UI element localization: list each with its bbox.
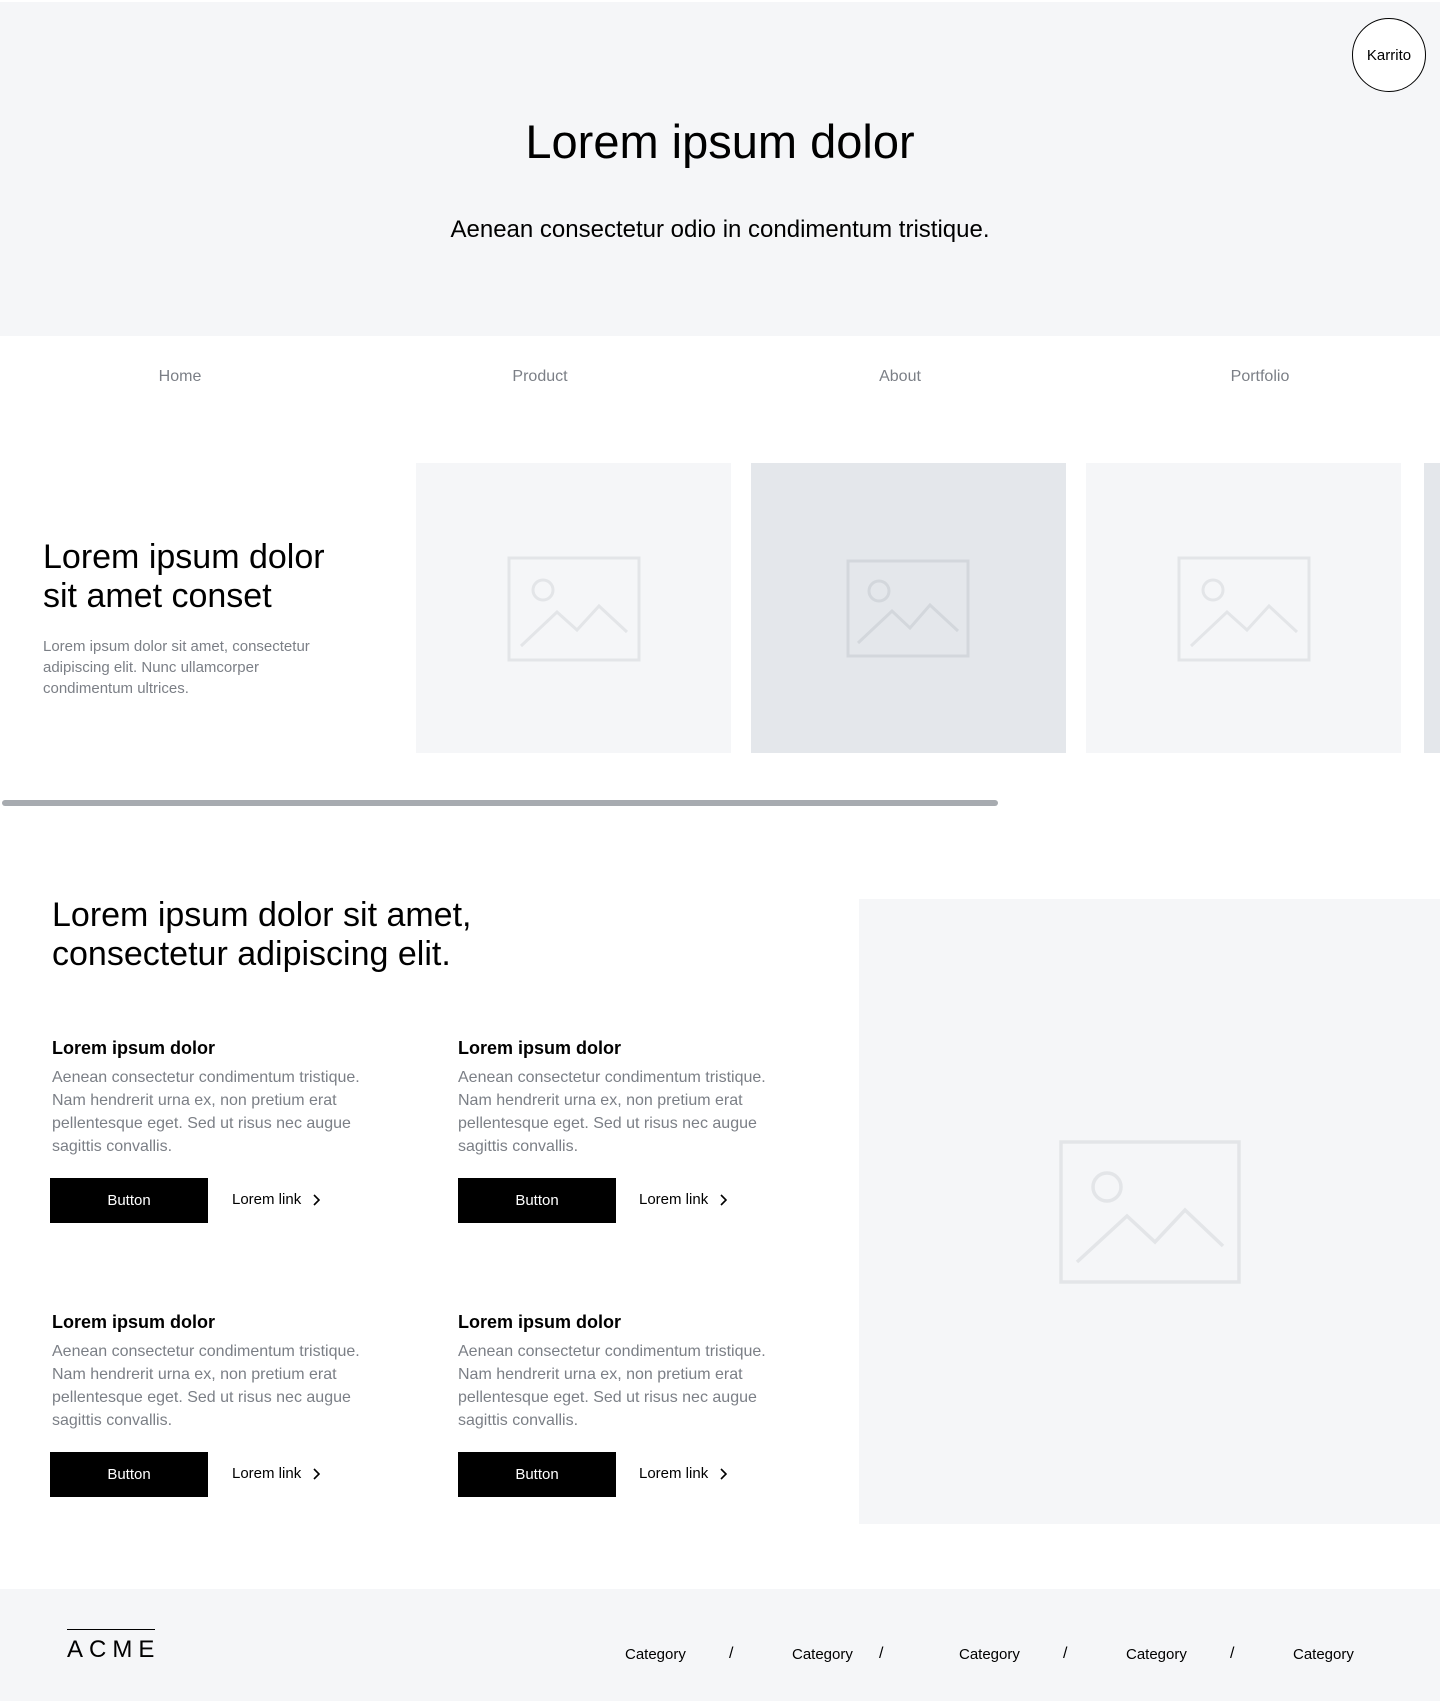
feature-link[interactable]: Lorem link bbox=[639, 1191, 728, 1208]
nav-item-portfolio[interactable]: Portfolio bbox=[1160, 368, 1360, 386]
feature-link[interactable]: Lorem link bbox=[639, 1465, 728, 1482]
carousel-description: Lorem ipsum dolor sit amet, consectetur … bbox=[43, 638, 310, 697]
feature-item: Lorem ipsum dolor Aenean consectetur con… bbox=[52, 1037, 372, 1158]
feature-button[interactable]: Button bbox=[458, 1178, 616, 1223]
image-placeholder-icon bbox=[507, 556, 641, 662]
feature-link-label: Lorem link bbox=[232, 1191, 302, 1208]
carousel-card[interactable] bbox=[1086, 463, 1401, 753]
feature-text: Aenean consectetur condimentum tristique… bbox=[52, 1343, 360, 1429]
nav-item-home[interactable]: Home bbox=[80, 368, 280, 386]
footer-category-link[interactable]: Category bbox=[792, 1646, 853, 1663]
footer-category-link[interactable]: Category bbox=[625, 1646, 686, 1663]
feature-link-label: Lorem link bbox=[639, 1465, 709, 1482]
feature-text: Aenean consectetur condimentum tristique… bbox=[458, 1343, 766, 1429]
carousel-card[interactable] bbox=[751, 463, 1066, 753]
main-nav: Home Product About Portfolio bbox=[0, 336, 1440, 416]
footer-category-link[interactable]: Category bbox=[1126, 1646, 1187, 1663]
carousel-title: Lorem ipsum dolor sit amet conset bbox=[43, 538, 325, 615]
image-placeholder-icon bbox=[846, 559, 970, 658]
page-subtitle: Aenean consectetur odio in condimentum t… bbox=[450, 216, 990, 243]
feature-button[interactable]: Button bbox=[458, 1452, 616, 1497]
chevron-right-icon bbox=[720, 1467, 728, 1480]
feature-button[interactable]: Button bbox=[50, 1178, 208, 1223]
feature-heading: Lorem ipsum dolor bbox=[52, 1312, 216, 1332]
feature-text: Aenean consectetur condimentum tristique… bbox=[458, 1069, 766, 1155]
chevron-right-icon bbox=[313, 1193, 321, 1206]
avatar[interactable]: Karrito bbox=[1352, 18, 1426, 92]
feature-link-label: Lorem link bbox=[232, 1465, 302, 1482]
feature-heading: Lorem ipsum dolor bbox=[52, 1038, 216, 1058]
feature-image bbox=[859, 899, 1440, 1524]
feature-item: Lorem ipsum dolor Aenean consectetur con… bbox=[458, 1311, 778, 1432]
feature-button[interactable]: Button bbox=[50, 1452, 208, 1497]
features-title: Lorem ipsum dolor sit amet, consectetur … bbox=[52, 896, 472, 973]
footer-separator: / bbox=[729, 1645, 734, 1662]
carousel-card[interactable] bbox=[1424, 463, 1440, 753]
carousel-card[interactable] bbox=[416, 463, 731, 753]
carousel-scrollbar[interactable] bbox=[2, 800, 998, 806]
feature-text: Aenean consectetur condimentum tristique… bbox=[52, 1069, 360, 1155]
feature-link[interactable]: Lorem link bbox=[232, 1191, 321, 1208]
nav-item-about[interactable]: About bbox=[800, 368, 1000, 386]
nav-item-product[interactable]: Product bbox=[440, 368, 640, 386]
footer-separator: / bbox=[1063, 1645, 1068, 1662]
feature-link[interactable]: Lorem link bbox=[232, 1465, 321, 1482]
footer-category-link[interactable]: Category bbox=[1293, 1646, 1354, 1663]
feature-link-label: Lorem link bbox=[639, 1191, 709, 1208]
footer-separator: / bbox=[879, 1645, 884, 1662]
footer-category-link[interactable]: Category bbox=[959, 1646, 1020, 1663]
image-placeholder-icon bbox=[1059, 1140, 1241, 1284]
hero-section: Karrito Lorem ipsum dolor Aenean consect… bbox=[0, 2, 1440, 336]
chevron-right-icon bbox=[720, 1193, 728, 1206]
acme-logo[interactable]: ACME bbox=[67, 1629, 155, 1664]
feature-heading: Lorem ipsum dolor bbox=[458, 1038, 622, 1058]
image-placeholder-icon bbox=[1177, 556, 1311, 662]
footer: ACME Category / Category / Category / Ca… bbox=[0, 1589, 1440, 1701]
chevron-right-icon bbox=[313, 1467, 321, 1480]
feature-heading: Lorem ipsum dolor bbox=[458, 1312, 622, 1332]
feature-item: Lorem ipsum dolor Aenean consectetur con… bbox=[458, 1037, 778, 1158]
feature-item: Lorem ipsum dolor Aenean consectetur con… bbox=[52, 1311, 372, 1432]
page-title: Lorem ipsum dolor bbox=[525, 115, 915, 168]
footer-separator: / bbox=[1230, 1645, 1235, 1662]
